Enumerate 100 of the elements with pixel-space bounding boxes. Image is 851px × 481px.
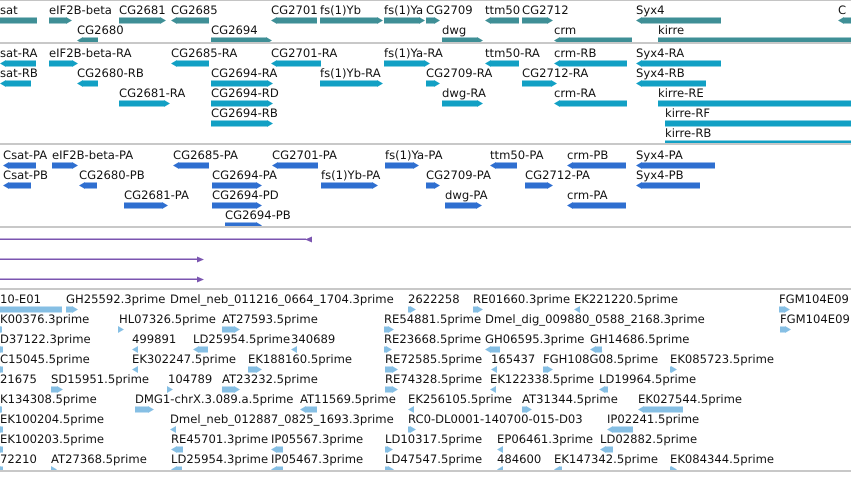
feature-label: C [838,4,846,17]
feature-label: dwg [442,24,466,37]
feature-label: RE01660.3prime [473,293,570,306]
feature-label: CG2701 [271,4,318,17]
feature-label: Csat-PA [3,149,48,162]
feature-label: sat-RA [0,47,38,60]
feature-label: EK221220.5prime [574,293,678,306]
feature-label: 104789 [168,373,212,386]
feature-label: RE72585.5prime [385,353,482,366]
feature-label: AT31344.5prime [522,393,618,406]
feature-label: CG2712-RA [522,67,588,80]
feature-label: Dmel_neb_011216_0664_1704.3prime [170,293,394,306]
feature-label: 165437 [491,353,536,366]
feature-label: AT23232.5prime [222,373,318,386]
feature-label: IP05467.3prime [271,453,364,466]
feature-label: CG2694-PB [225,209,291,222]
feature-label: crm-PA [567,189,608,202]
feature-label: fs(1)Ya-RA [384,47,443,60]
feature-label: EK085723.5prime [670,353,774,366]
feature-label: 2622258 [408,293,460,306]
feature-label: ttm50-PA [490,149,544,162]
feature-label: kirre-RB [665,127,712,140]
feature-label: EP06461.3prime [497,433,594,446]
feature-label: EK100203.5prime [0,433,104,446]
feature-label: CG2694-RB [211,107,278,120]
feature-label: LD25954.5prime [193,333,290,346]
feature-label: RC0-DL0001-140700-015-D03 [408,413,583,426]
feature-label: LD47547.5prime [385,453,482,466]
feature-label: AT27368.5prime [51,453,147,466]
feature-label: 72210 [0,453,37,466]
feature-label: LD02882.5prime [600,433,698,446]
feature-label: Dmel_dig_009880_0588_2168.3prime [485,313,705,326]
feature-label: dwg-PA [445,189,488,202]
feature-label: crm-RB [554,47,596,60]
feature-label: Syx4-RB [636,67,685,80]
feature-label: EK084344.5prime [670,453,774,466]
feature-label: CG2694 [211,24,258,37]
feature-label: LD10317.5prime [385,433,482,446]
feature-label: FGM104E09 [780,313,850,326]
feature-label: crm [554,24,576,37]
feature-label: Syx4 [636,4,664,17]
feature-label: eIF2B-beta [49,4,112,17]
feature-label: fs(1)Ya [384,4,424,17]
feature-label: DMG1-chrX.3.089.a.5prime [135,393,294,406]
feature-label: CG2701-PA [272,149,337,162]
feature-label: EK188160.5prime [248,353,352,366]
feature-label: fs(1)Yb [320,4,361,17]
feature-label: dwg-RA [442,87,486,100]
feature-label: CG2694-RA [211,67,278,80]
feature-label: CG2712-PA [525,169,590,182]
feature-label: EK100204.5prime [0,413,104,426]
feature-label: 499891 [132,333,176,346]
feature-label: CG2712 [522,4,569,17]
feature-label: CG2680-PB [79,169,145,182]
feature-label: RE45701.3prime [171,433,268,446]
feature-label: CG2681-RA [119,87,186,100]
feature-label: EK027544.5prime [638,393,742,406]
feature-label: CG2709 [426,4,473,17]
feature-label: fs(1)Yb-RA [320,67,381,80]
feature-label: CG2709-PA [426,169,491,182]
feature-label: D37122.3prime [0,333,91,346]
feature-label: CG2709-RA [426,67,492,80]
feature-label: ttm50 [485,4,520,17]
feature-label: GH06595.3prime [485,333,584,346]
feature-label: SD15951.5prime [51,373,150,386]
feature-label: 484600 [497,453,542,466]
feature-label: EK302247.5prime [132,353,236,366]
feature-label: sat [0,4,18,17]
feature-label: Syx4-RA [636,47,684,60]
feature-label: LD19964.5prime [599,373,696,386]
feature-label: CG2685 [171,4,218,17]
feature-label: eIF2B-beta-RA [49,47,132,60]
feature-label: CG2685-PA [173,149,238,162]
feature-label: K00376.3prime [0,313,90,326]
feature-label: LD25954.3prime [171,453,268,466]
feature-label: CG2694-RD [211,87,279,100]
feature-label: Syx4-PA [636,149,683,162]
feature-label: K134308.5prime [0,393,97,406]
feature-label: C15045.5prime [0,353,90,366]
feature-label: 21675 [0,373,37,386]
feature-label: EK122338.5prime [490,373,594,386]
feature-label: CG2681-PA [124,189,189,202]
feature-label: IP02241.5prime [607,413,700,426]
feature-label: CG2694-PA [212,169,277,182]
feature-label: kirre-RF [665,107,710,120]
feature-label: EK256105.5prime [408,393,512,406]
feature-label: Syx4-PB [636,169,684,182]
feature-label: AT11569.5prime [300,393,396,406]
feature-label: RE54881.5prime [384,313,482,326]
feature-label: Csat-PB [3,169,48,182]
feature-label: CG2701-RA [271,47,338,60]
feature-label: AT27593.5prime [222,313,318,326]
feature-label: GH25592.3prime [66,293,166,306]
feature-label: CG2685-RA [171,47,238,60]
feature-label: FGM104E09 [779,293,849,306]
feature-label: EK147342.5prime [554,453,658,466]
feature-label: CG2681 [119,4,166,17]
feature-label: ttm50-RA [485,47,540,60]
feature-label: Dmel_neb_012887_0825_1693.3prime [170,413,394,426]
feature-label: kirre-RE [658,87,704,100]
